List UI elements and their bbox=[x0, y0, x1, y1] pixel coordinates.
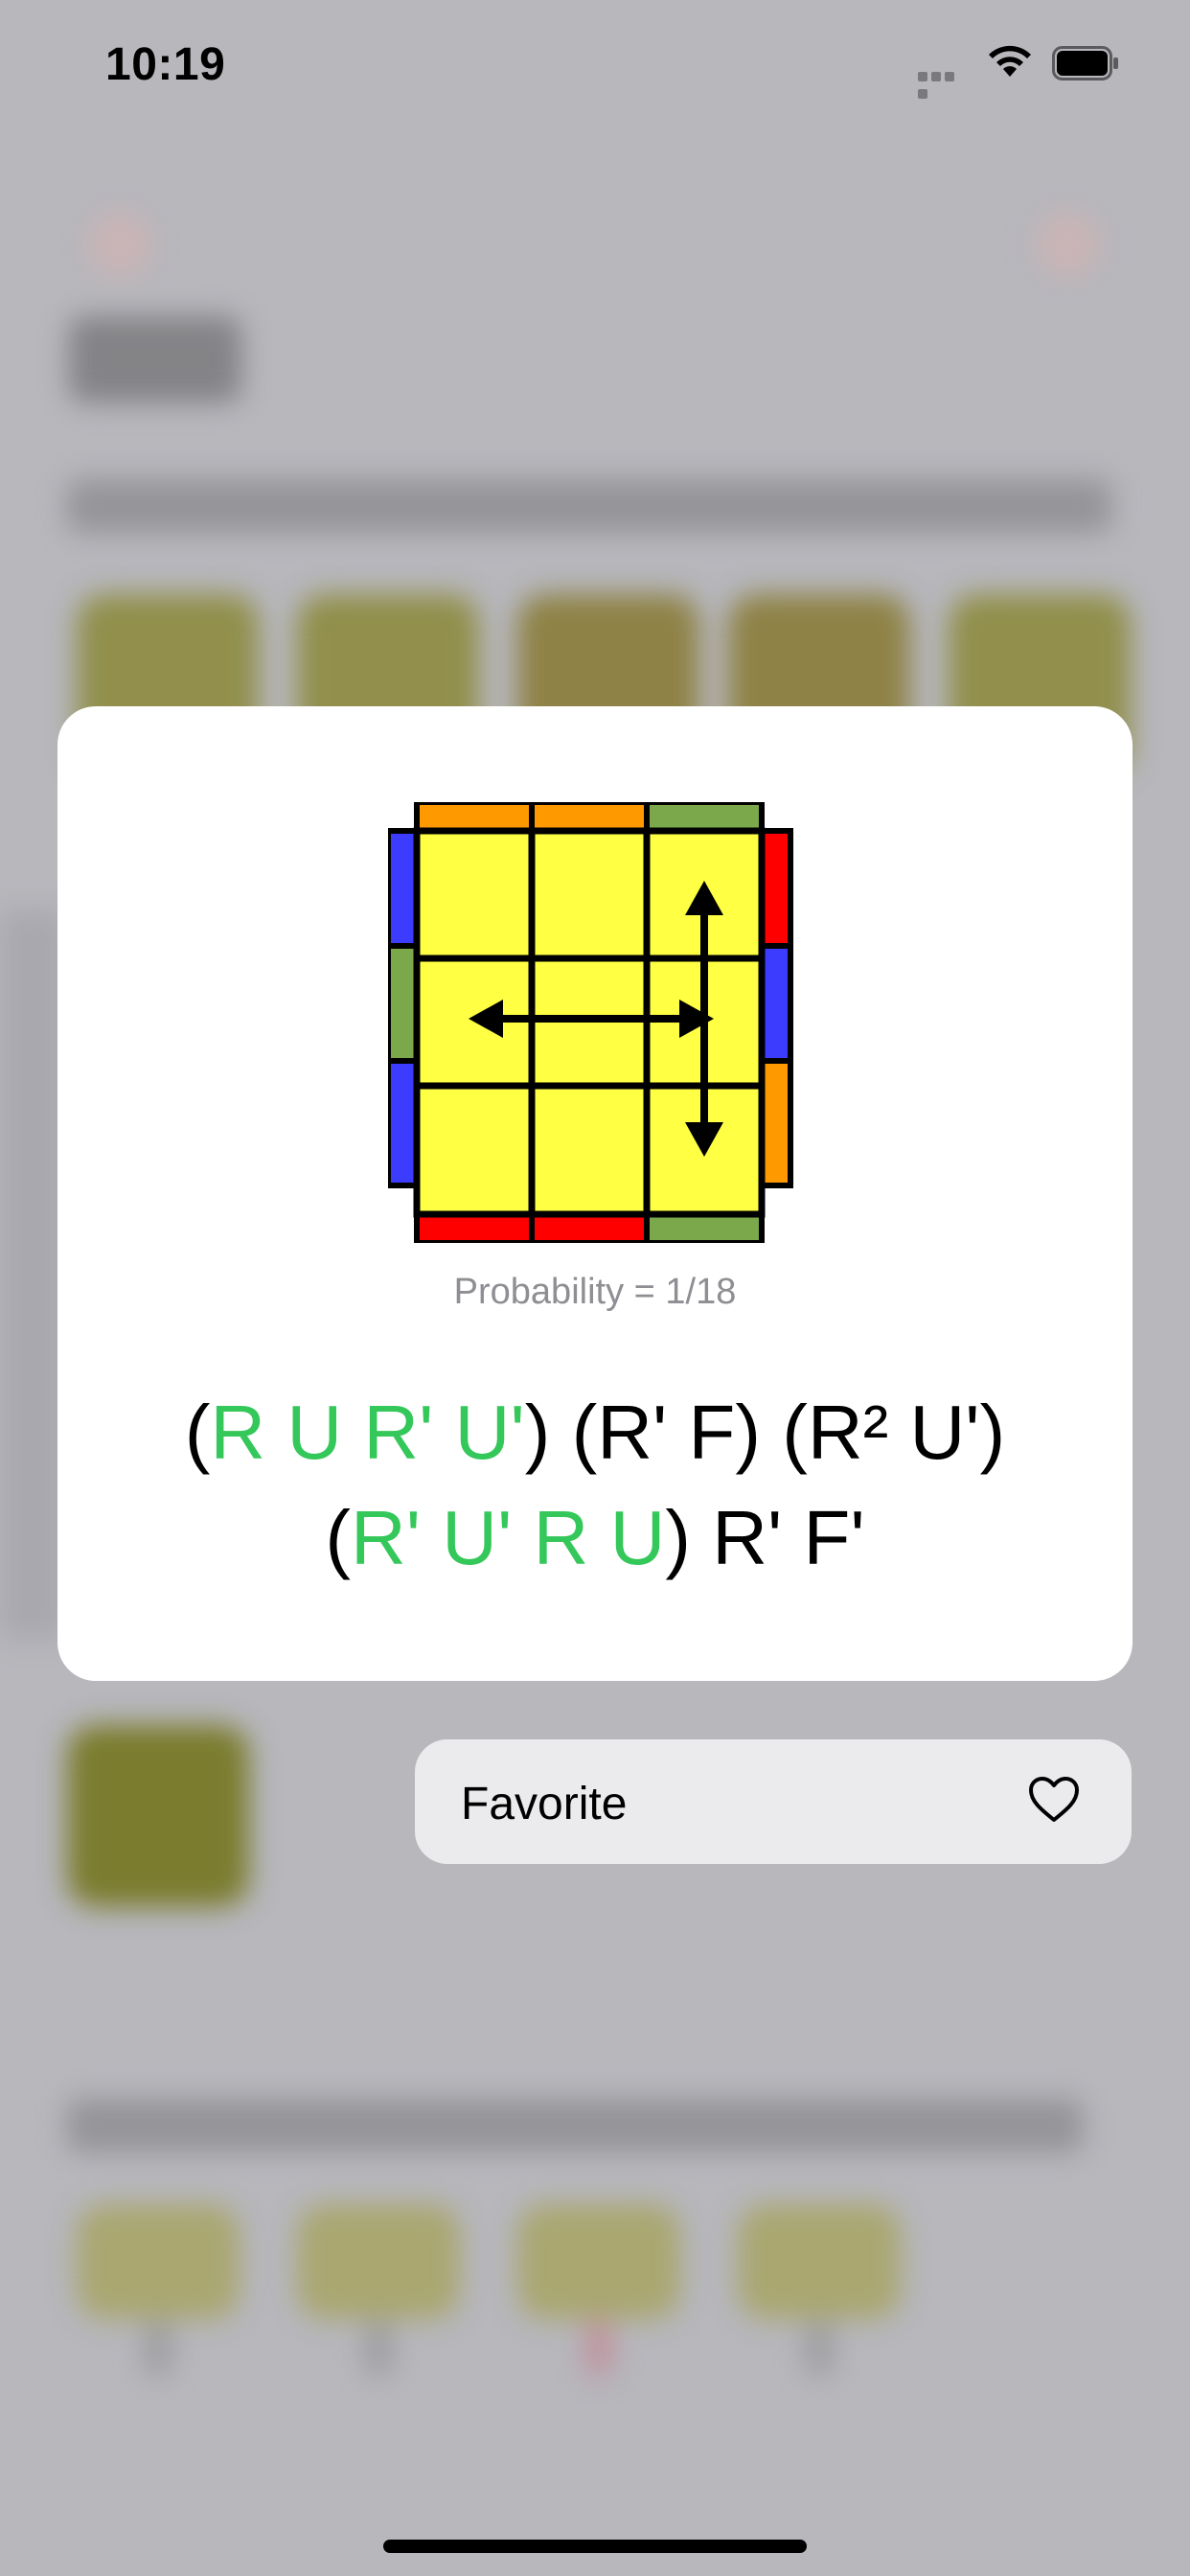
algorithm-line-2: (R' U' R U) R' F' bbox=[57, 1500, 1133, 1576]
heart-icon bbox=[1029, 1777, 1079, 1822]
background-thumbnail bbox=[67, 1725, 249, 1907]
probability-label: Probability = 1/18 bbox=[453, 1272, 737, 1312]
status-time: 10:19 bbox=[105, 39, 226, 90]
algorithm-token: ) (R' F) (R² U') bbox=[524, 1390, 1006, 1475]
favorite-label: Favorite bbox=[461, 1779, 628, 1829]
background-pin bbox=[364, 2319, 393, 2377]
wifi-icon bbox=[989, 45, 1031, 77]
algorithm-line-1: (R U R' U') (R' F) (R² U') bbox=[57, 1394, 1133, 1471]
background-thumbnail bbox=[77, 2204, 240, 2319]
algorithm-preview-card[interactable]: Probability = 1/18 (R U R' U') (R' F) (R… bbox=[57, 706, 1133, 1681]
background-section-heading bbox=[67, 479, 1111, 533]
favorite-menu-item[interactable]: Favorite bbox=[415, 1739, 1132, 1864]
background-title bbox=[69, 316, 241, 402]
heart-icon bbox=[1035, 211, 1102, 278]
status-bar: 10:19 bbox=[0, 0, 1190, 134]
cellular-signal-icon bbox=[918, 69, 970, 99]
background-pin bbox=[144, 2319, 172, 2377]
algorithm-token-highlight: R U R' U' bbox=[210, 1390, 525, 1475]
background-pin bbox=[805, 2319, 834, 2377]
background-pin bbox=[584, 2319, 613, 2377]
background-thumbnail bbox=[517, 2204, 680, 2319]
algorithm-token: ( bbox=[325, 1495, 352, 1580]
pll-case-diagram bbox=[388, 802, 793, 1243]
algorithm-token: ) R' F' bbox=[665, 1495, 865, 1580]
background-thumbnail bbox=[297, 2204, 460, 2319]
algorithm-token-highlight: R' U' R U bbox=[351, 1495, 666, 1580]
background-thumbnail bbox=[738, 2204, 901, 2319]
algorithm-token: ( bbox=[184, 1390, 211, 1475]
background-section-heading bbox=[67, 2099, 1083, 2152]
back-icon bbox=[86, 211, 153, 278]
battery-icon bbox=[1052, 46, 1118, 80]
home-indicator[interactable] bbox=[383, 2540, 807, 2553]
